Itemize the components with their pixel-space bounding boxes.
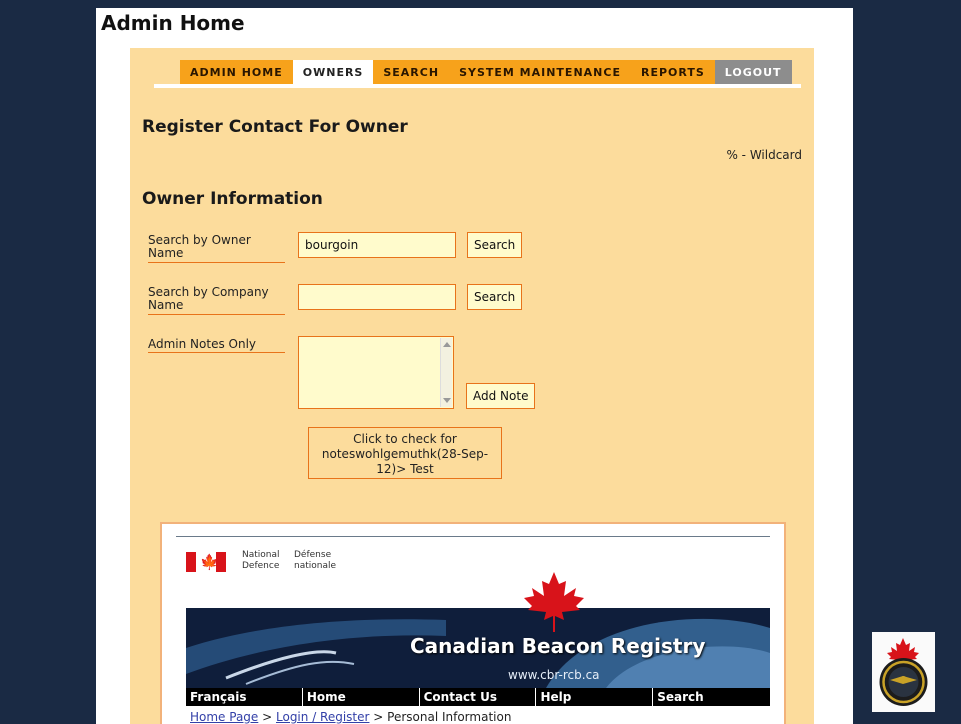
tab-logout[interactable]: LOGOUT: [714, 60, 792, 84]
page-title: Admin Home: [101, 11, 245, 35]
canada-flag-icon: 🍁: [186, 552, 226, 572]
section-heading: Owner Information: [142, 189, 323, 209]
breadcrumb: Home Page > Login / Register > Personal …: [190, 710, 511, 724]
company-name-label: Search by Company Name: [148, 286, 285, 315]
tab-search[interactable]: SEARCH: [373, 60, 450, 84]
maple-leaf-icon: [524, 572, 584, 632]
wildcard-hint: % - Wildcard: [726, 148, 802, 162]
slide: Admin Home ADMIN HOME OWNERS SEARCH SYST…: [96, 8, 853, 724]
tab-owners[interactable]: OWNERS: [292, 60, 374, 84]
registry-url: www.cbr-rcb.ca: [508, 668, 600, 682]
company-name-input[interactable]: [298, 284, 456, 310]
nav-divider: [154, 84, 801, 88]
air-force-badge-icon: [872, 632, 935, 712]
registry-nav: Français Home Contact Us Help Search: [186, 688, 770, 706]
site-nav-contact[interactable]: Contact Us: [420, 688, 537, 706]
scroll-down-icon[interactable]: [443, 398, 451, 403]
notes-scrollbar[interactable]: [440, 338, 452, 407]
site-header-rule: [176, 536, 770, 537]
breadcrumb-separator: >: [258, 710, 276, 724]
site-nav-francais[interactable]: Français: [186, 688, 303, 706]
owner-name-label: Search by Owner Name: [148, 234, 285, 263]
tab-system-maintenance[interactable]: SYSTEM MAINTENANCE: [449, 60, 631, 84]
admin-notes-label: Admin Notes Only: [148, 338, 285, 353]
registry-site-preview: 🍁 National Defence Défense nationale Can…: [160, 522, 786, 724]
registry-banner: Canadian Beacon Registry www.cbr-rcb.ca: [186, 608, 770, 688]
site-nav-search[interactable]: Search: [653, 688, 770, 706]
site-nav-help[interactable]: Help: [536, 688, 654, 706]
owner-name-input[interactable]: [298, 232, 456, 258]
owner-search-button[interactable]: Search: [467, 232, 523, 258]
tab-admin-home[interactable]: ADMIN HOME: [180, 60, 293, 84]
gov-name-fr: Défense nationale: [294, 550, 337, 571]
breadcrumb-separator: >: [369, 710, 388, 724]
admin-panel: ADMIN HOME OWNERS SEARCH SYSTEM MAINTENA…: [130, 48, 814, 724]
site-nav-home[interactable]: Home: [303, 688, 420, 706]
add-note-button[interactable]: Add Note: [466, 383, 536, 409]
breadcrumb-current: Personal Information: [387, 710, 512, 724]
gov-name-en: National Defence: [242, 550, 280, 571]
check-notes-button[interactable]: Click to check for noteswohlgemuthk(28-S…: [308, 427, 502, 479]
scroll-up-icon[interactable]: [443, 342, 451, 347]
breadcrumb-login-link[interactable]: Login / Register: [276, 710, 369, 724]
breadcrumb-home-link[interactable]: Home Page: [190, 710, 258, 724]
company-search-button[interactable]: Search: [467, 284, 523, 310]
main-nav: ADMIN HOME OWNERS SEARCH SYSTEM MAINTENA…: [180, 60, 792, 84]
tab-reports[interactable]: REPORTS: [630, 60, 715, 84]
form-heading: Register Contact For Owner: [142, 117, 408, 137]
registry-title: Canadian Beacon Registry: [410, 634, 706, 658]
admin-notes-textarea[interactable]: [298, 336, 454, 409]
